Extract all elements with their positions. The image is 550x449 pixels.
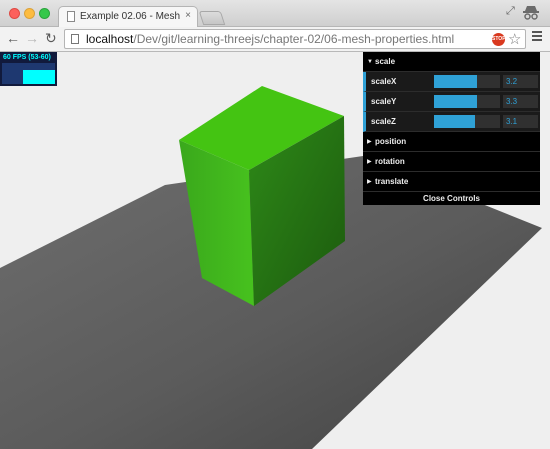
triangle-down-icon: ▼ [367,59,373,65]
folder-position-label: position [375,137,407,146]
scaley-input[interactable]: 3.3 [503,95,538,108]
control-label: scaleX [371,77,397,86]
folder-rotation-label: rotation [375,157,405,166]
title-bar: Example 02.06 - Mesh Pro × ⤢ [0,0,550,27]
scalez-input[interactable]: 3.1 [503,115,538,128]
fps-graph [2,63,55,84]
control-label: scaleZ [371,117,396,126]
scalex-input[interactable]: 3.2 [503,75,538,88]
control-row-scalez: scaleZ 3.1 [363,112,540,132]
control-row-scalex: scaleX 3.2 [363,72,540,92]
webgl-viewport[interactable]: 60 FPS (53-60) ▼ scale scaleX 3.2 scaleY… [0,52,550,449]
folder-translate[interactable]: ▶ translate [363,172,540,192]
triangle-right-icon: ▶ [367,179,372,185]
tab-title: Example 02.06 - Mesh Pro [80,11,180,22]
close-controls-button[interactable]: Close Controls [363,192,540,205]
folder-scale[interactable]: ▼ scale [363,52,540,72]
scalez-slider[interactable] [434,115,500,128]
page-icon [67,11,75,22]
zoom-window-button[interactable] [39,8,50,19]
folder-translate-label: translate [375,177,409,186]
controls-panel: ▼ scale scaleX 3.2 scaleY 3.3 scaleZ 3.1 [363,52,540,205]
browser-tab[interactable]: Example 02.06 - Mesh Pro × [58,6,198,27]
fps-text: 60 FPS (53-60) [3,54,51,61]
slider-fill [434,75,477,88]
incognito-icon [523,6,539,20]
control-label: scaleY [371,97,397,106]
fps-graph-bar [23,70,55,84]
minimize-window-button[interactable] [24,8,35,19]
tab-close-icon[interactable]: × [185,10,191,21]
page-icon [71,34,79,44]
close-window-button[interactable] [9,8,20,19]
address-bar[interactable]: localhost/Dev/git/learning-threejs/chapt… [64,29,526,49]
new-tab-button[interactable] [198,11,226,25]
folder-position[interactable]: ▶ position [363,132,540,152]
slider-fill [434,115,475,128]
adblock-stop-icon[interactable]: STOP [492,33,506,46]
control-row-scaley: scaleY 3.3 [363,92,540,112]
folder-rotation[interactable]: ▶ rotation [363,152,540,172]
fps-stats-panel[interactable]: 60 FPS (53-60) [0,52,57,86]
reload-button[interactable]: ↻ [45,30,57,47]
back-button[interactable]: ← [6,30,20,46]
forward-button[interactable]: → [25,30,39,46]
url-text[interactable]: localhost/Dev/git/learning-threejs/chapt… [86,32,454,46]
fullscreen-icon[interactable]: ⤢ [506,5,515,18]
url-path: /Dev/git/learning-threejs/chapter-02/06-… [133,32,455,46]
scalex-slider[interactable] [434,75,500,88]
folder-scale-label: scale [375,57,396,66]
menu-icon[interactable] [532,31,542,43]
triangle-right-icon: ▶ [367,159,372,165]
scaley-slider[interactable] [434,95,500,108]
bookmark-star-icon[interactable]: ☆ [508,30,521,48]
triangle-right-icon: ▶ [367,139,372,145]
url-host: localhost [86,32,134,46]
browser-toolbar: ← → ↻ localhost/Dev/git/learning-threejs… [0,27,550,52]
slider-fill [434,95,477,108]
